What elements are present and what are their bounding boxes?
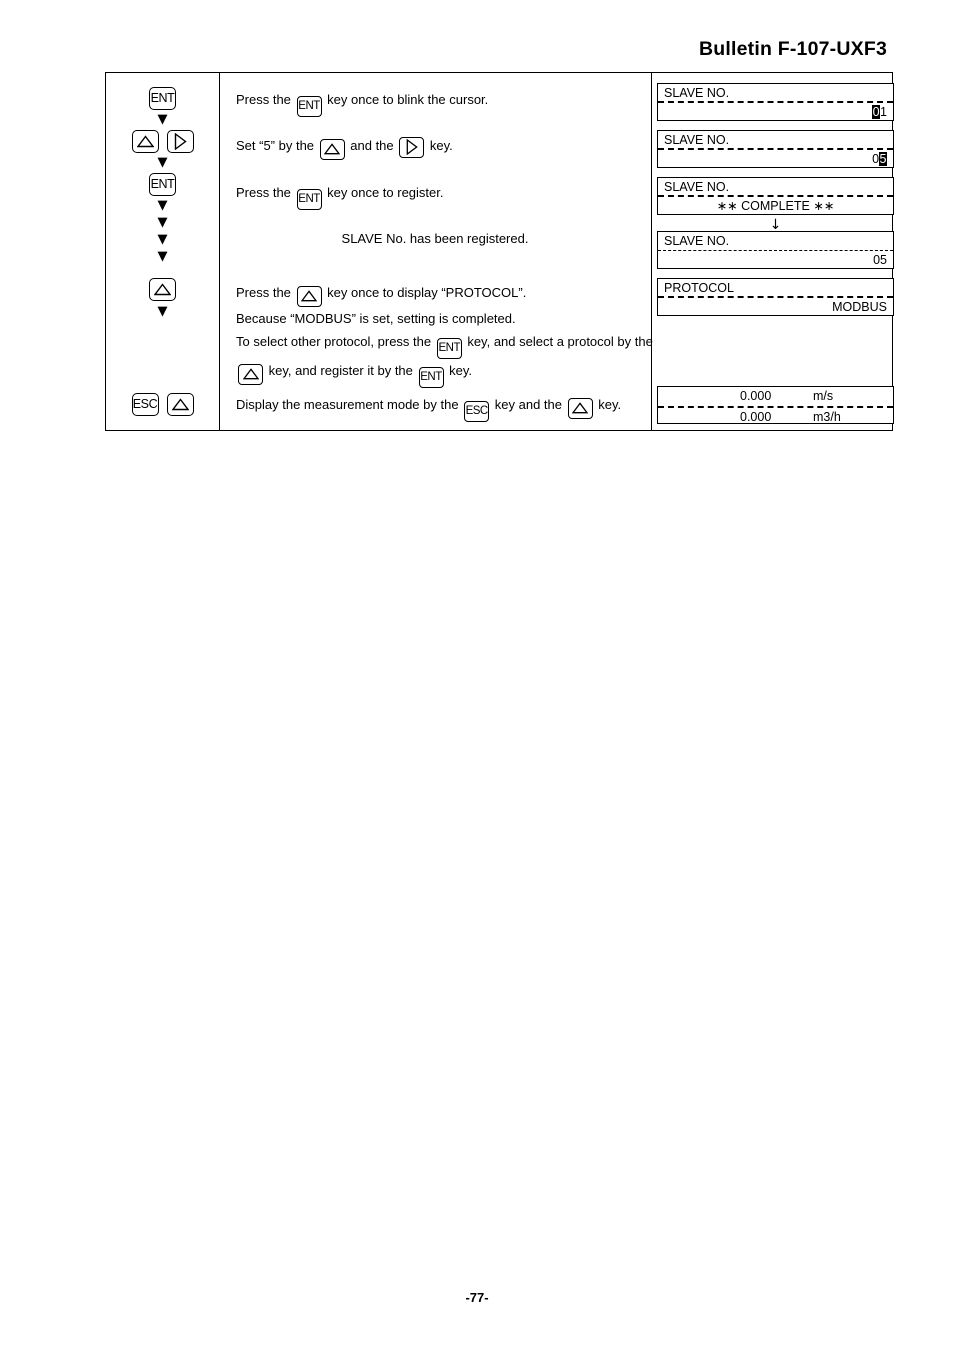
lcd-title-row: PROTOCOL xyxy=(658,279,893,298)
instruction-text: Display the measurement mode by the xyxy=(236,397,463,412)
instruction-text: key once to blink the cursor. xyxy=(323,92,489,107)
flow-arrow-icon: ▼ xyxy=(157,198,168,213)
up-triangle-key-icon[interactable] xyxy=(567,397,593,419)
lcd-label: PROTOCOL xyxy=(664,281,734,295)
instruction-text: Press the xyxy=(236,285,295,300)
instruction-line-5: Press the key once to display “PROTOCOL”… xyxy=(236,283,526,307)
page-number: -77- xyxy=(465,1290,489,1305)
instruction-text-column: Press the ENT key once to blink the curs… xyxy=(219,73,653,430)
lcd-label: SLAVE NO. xyxy=(664,133,730,147)
up-triangle-key-icon[interactable] xyxy=(131,130,159,153)
lcd-panel-slave-no-05-editing: SLAVE NO. 05 xyxy=(657,130,894,168)
flow-arrow-icon: ▼ xyxy=(157,215,168,230)
instruction-line-2: Set “5” by the and the key. xyxy=(236,136,453,160)
instruction-line-6: Because “MODBUS” is set, setting is comp… xyxy=(236,311,516,326)
lcd-panel-protocol: PROTOCOL MODBUS xyxy=(657,278,894,316)
instruction-line-4: SLAVE No. has been registered. xyxy=(341,231,529,246)
lcd-transition-arrow-icon: ↓ xyxy=(769,217,782,233)
lcd-value: 05 xyxy=(872,150,887,168)
key-sequence-column: ENT ▼ ▼ ENT ▼ ▼ ▼ ▼ ▼ ESC xyxy=(106,73,219,430)
lcd-value: 01 xyxy=(872,103,887,121)
flow-arrow-icon: ▼ xyxy=(157,249,168,264)
flow-arrow-icon: ▼ xyxy=(157,304,168,319)
lcd-value: MODBUS xyxy=(832,300,887,314)
lcd-display-column: SLAVE NO. 01 SLAVE NO. 05 SLAVE NO. ∗∗ C… xyxy=(651,73,894,430)
instruction-line-1: Press the ENT key once to blink the curs… xyxy=(236,90,489,118)
measurement-row-velocity: 0.000 m/s xyxy=(658,387,893,408)
instruction-text: key once to display “PROTOCOL”. xyxy=(323,285,527,300)
flow-arrow-icon: ▼ xyxy=(157,155,168,170)
instruction-text: key. xyxy=(445,363,472,378)
instruction-text: key and the xyxy=(491,397,566,412)
key-step-esc-up[interactable]: ESC xyxy=(106,393,219,416)
lcd-label: SLAVE NO. xyxy=(664,86,730,100)
lcd-title-row: SLAVE NO. xyxy=(658,131,893,150)
measurement-row-flow: 0.000 m3/h xyxy=(658,408,893,427)
lcd-value-prefix: 0 xyxy=(872,152,880,166)
instruction-text: key, and select a protocol by the xyxy=(463,334,653,349)
lcd-value: 05 xyxy=(873,253,887,267)
flow-arrow-icon: ▼ xyxy=(157,112,168,127)
lcd-value-row: 01 xyxy=(658,103,893,122)
lcd-complete-message: ∗∗ COMPLETE ∗∗ xyxy=(716,199,835,213)
instruction-text: Set “5” by the xyxy=(236,138,318,153)
lcd-panel-slave-no-05-registered: SLAVE NO. 05 xyxy=(657,231,894,269)
key-step-ent-2[interactable]: ENT xyxy=(106,173,219,196)
page-title: Bulletin F-107-UXF3 xyxy=(699,38,887,60)
ent-key-icon[interactable]: ENT xyxy=(296,189,322,211)
instruction-line-3: Press the ENT key once to register. xyxy=(236,183,444,211)
instruction-text: Press the xyxy=(236,92,295,107)
up-triangle-key-icon[interactable] xyxy=(319,138,345,160)
lcd-value-row: 05 xyxy=(658,251,893,270)
instruction-text: Press the xyxy=(236,185,295,200)
key-step-up-1[interactable] xyxy=(106,278,219,301)
measurement-value: 0.000 xyxy=(740,389,772,403)
up-triangle-key-icon[interactable] xyxy=(149,278,176,301)
ent-key-icon[interactable]: ENT xyxy=(296,96,322,118)
esc-key-icon[interactable]: ESC xyxy=(131,393,159,416)
instruction-text: key. xyxy=(594,397,622,412)
up-triangle-key-icon[interactable] xyxy=(238,363,263,385)
lcd-panel-measurement-mode: 0.000 m/s 0.000 m3/h xyxy=(657,386,894,424)
measurement-unit: m/s xyxy=(813,389,834,403)
ent-key-icon[interactable]: ENT xyxy=(149,173,176,196)
lcd-label: SLAVE NO. xyxy=(664,234,730,248)
lcd-title-row: SLAVE NO. xyxy=(658,178,893,197)
lcd-panel-complete: SLAVE NO. ∗∗ COMPLETE ∗∗ xyxy=(657,177,894,215)
lcd-title-row: SLAVE NO. xyxy=(658,84,893,103)
instruction-line-7: To select other protocol, press the ENT … xyxy=(236,332,653,360)
right-triangle-key-icon[interactable] xyxy=(166,130,194,153)
ent-key-icon[interactable]: ENT xyxy=(149,87,176,110)
lcd-value-row: MODBUS xyxy=(658,298,893,317)
instruction-text: key, and register it by the xyxy=(265,363,417,378)
instruction-text: key. xyxy=(426,138,453,153)
lcd-panel-slave-no-01: SLAVE NO. 01 xyxy=(657,83,894,121)
key-step-ent-1[interactable]: ENT xyxy=(106,87,219,110)
procedure-table: ENT ▼ ▼ ENT ▼ ▼ ▼ ▼ ▼ ESC Press the ENT … xyxy=(105,72,894,431)
measurement-value: 0.000 xyxy=(740,410,772,424)
instruction-text: and the xyxy=(346,138,398,153)
instruction-line-9: Display the measurement mode by the ESC … xyxy=(236,395,622,423)
flow-arrow-icon: ▼ xyxy=(157,232,168,247)
ent-key-icon[interactable]: ENT xyxy=(418,367,444,389)
lcd-cursor-block: 0 xyxy=(872,105,881,119)
right-triangle-key-icon[interactable] xyxy=(399,136,425,158)
lcd-cursor-block: 5 xyxy=(879,152,887,166)
instruction-text: To select other protocol, press the xyxy=(236,334,435,349)
lcd-value-row: 05 xyxy=(658,150,893,169)
instruction-line-8: key, and register it by the ENT key. xyxy=(236,361,472,389)
lcd-title-row: SLAVE NO. xyxy=(658,232,893,251)
instruction-text: key once to register. xyxy=(323,185,444,200)
lcd-label: SLAVE NO. xyxy=(664,180,730,194)
lcd-value-row: ∗∗ COMPLETE ∗∗ xyxy=(658,197,893,216)
key-step-up-right[interactable] xyxy=(106,130,219,153)
up-triangle-key-icon[interactable] xyxy=(166,393,194,416)
esc-key-icon[interactable]: ESC xyxy=(464,401,490,423)
measurement-unit: m3/h xyxy=(813,410,841,424)
lcd-value-suffix: 1 xyxy=(880,105,887,119)
ent-key-icon[interactable]: ENT xyxy=(436,338,462,360)
up-triangle-key-icon[interactable] xyxy=(296,285,322,307)
